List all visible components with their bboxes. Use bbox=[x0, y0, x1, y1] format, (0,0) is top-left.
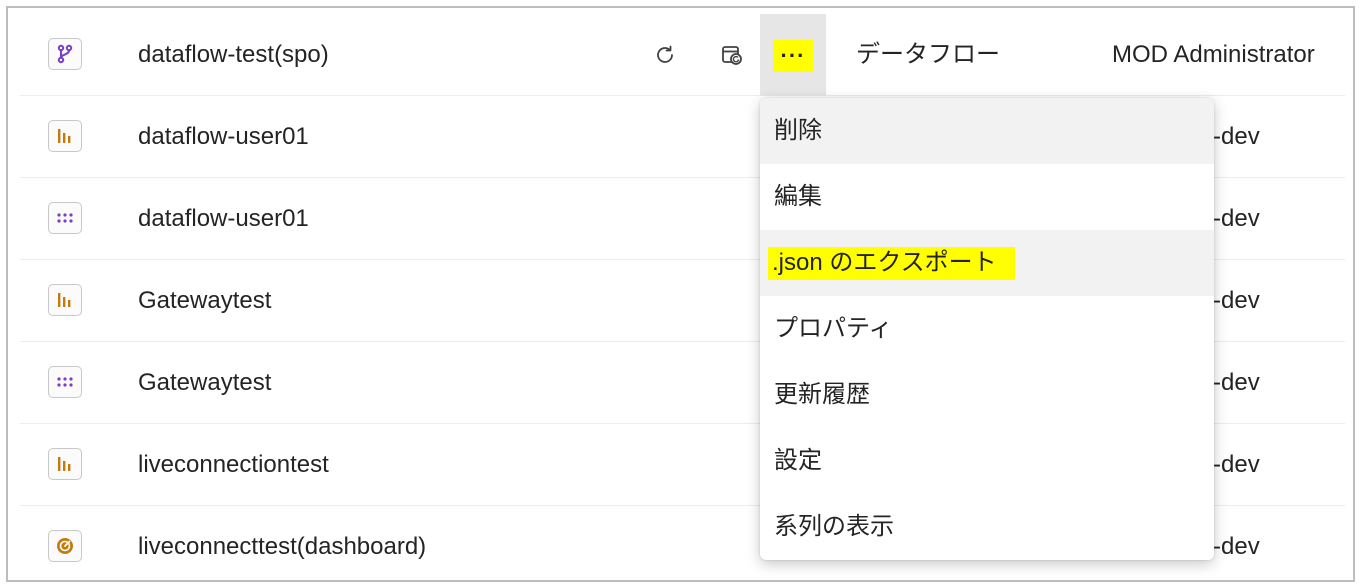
dataflow-icon bbox=[48, 38, 82, 70]
dashboard-icon bbox=[48, 530, 82, 562]
menu-item-edit[interactable]: 編集 bbox=[760, 164, 1214, 230]
item-name[interactable]: Gatewaytest bbox=[138, 260, 271, 342]
menu-item-properties[interactable]: プロパティ bbox=[760, 296, 1214, 362]
item-name[interactable]: liveconnectiontest bbox=[138, 424, 329, 506]
menu-item-refresh-history[interactable]: 更新履歴 bbox=[760, 362, 1214, 428]
schedule-refresh-icon[interactable] bbox=[717, 40, 747, 70]
item-name[interactable]: dataflow-test(spo) bbox=[138, 14, 329, 96]
workspace-item-list: dataflow-test(spo) ··· データフロー MOD Admini… bbox=[6, 6, 1355, 582]
report-icon bbox=[48, 448, 82, 480]
menu-item-delete[interactable]: 削除 bbox=[760, 98, 1214, 164]
dataset-icon bbox=[48, 202, 82, 234]
list-item[interactable]: dataflow-test(spo) ··· データフロー MOD Admini… bbox=[20, 14, 1345, 96]
item-name[interactable]: dataflow-user01 bbox=[138, 96, 309, 178]
item-name[interactable]: Gatewaytest bbox=[138, 342, 271, 424]
menu-item-settings[interactable]: 設定 bbox=[760, 428, 1214, 494]
more-options-button[interactable]: ··· bbox=[773, 40, 813, 72]
context-menu: 削除 編集 .json のエクスポート プロパティ 更新履歴 設定 系列の表示 bbox=[760, 98, 1214, 560]
refresh-icon[interactable] bbox=[650, 40, 680, 70]
dataset-icon bbox=[48, 366, 82, 398]
menu-item-view-lineage[interactable]: 系列の表示 bbox=[760, 494, 1214, 560]
menu-item-export-json[interactable]: .json のエクスポート bbox=[760, 230, 1214, 296]
report-icon bbox=[48, 284, 82, 316]
item-type: データフロー bbox=[856, 41, 1000, 68]
menu-item-export-json-label: .json のエクスポート bbox=[768, 247, 1015, 280]
item-name[interactable]: dataflow-user01 bbox=[138, 178, 309, 260]
item-name[interactable]: liveconnecttest(dashboard) bbox=[138, 506, 426, 580]
report-icon bbox=[48, 120, 82, 152]
item-owner: MOD Administrator bbox=[1112, 41, 1315, 68]
